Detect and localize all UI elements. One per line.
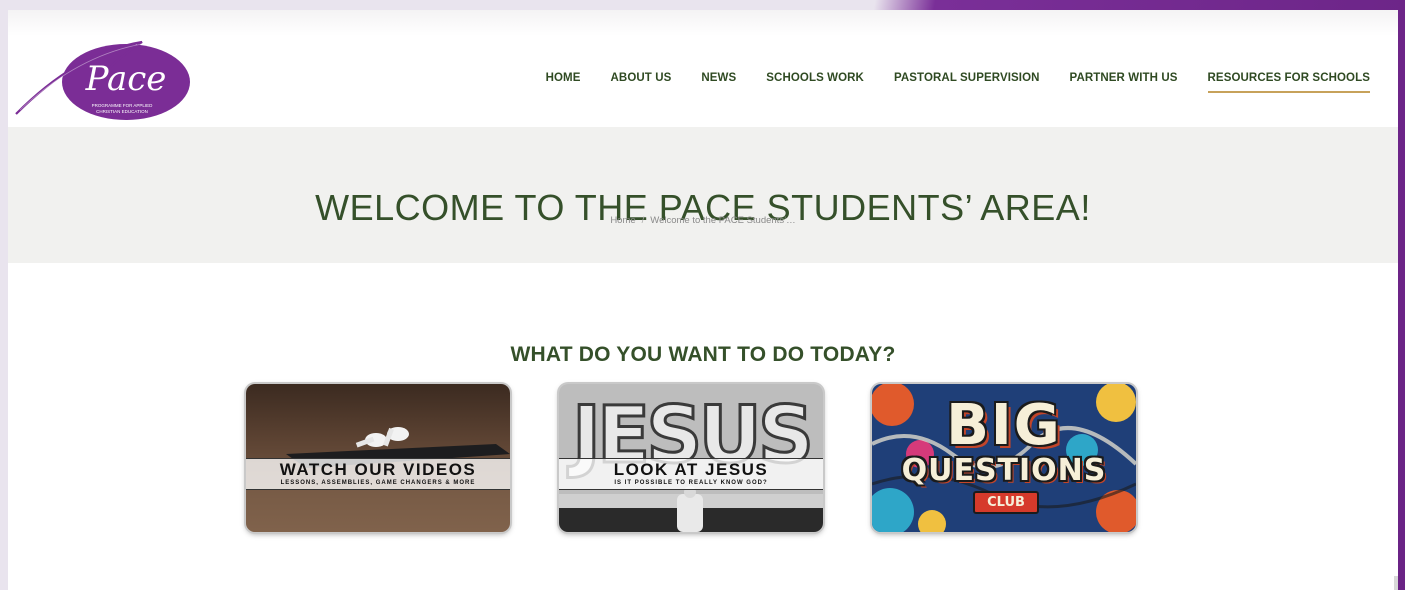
- card-title: WATCH OUR VIDEOS: [279, 460, 477, 479]
- logo-subtitle-1: PROGRAMME FOR APPLIED: [92, 103, 154, 108]
- nav-item-home[interactable]: HOME: [546, 72, 581, 93]
- watch-videos-card[interactable]: WATCH OUR VIDEOS LESSONS, ASSEMBLIES, GA…: [246, 384, 510, 532]
- logo-wordmark: Pace: [85, 59, 167, 99]
- card-caption-band: LOOK AT JESUS IS IT POSSIBLE TO REALLY K…: [559, 458, 823, 490]
- pace-logo[interactable]: Pace PROGRAMME FOR APPLIED CHRISTIAN EDU…: [14, 36, 194, 126]
- site-header: Pace PROGRAMME FOR APPLIED CHRISTIAN EDU…: [8, 10, 1398, 127]
- nav-item-pastoral-supervision[interactable]: PASTORAL SUPERVISION: [894, 72, 1040, 93]
- questions-text: QUESTIONS: [901, 453, 1107, 488]
- nav-item-news[interactable]: NEWS: [701, 72, 736, 93]
- header-top-strip: [8, 10, 1398, 36]
- big-questions-club-card[interactable]: BIG QUESTIONS CLUB: [872, 384, 1136, 532]
- section-heading: WHAT DO YOU WANT TO DO TODAY?: [510, 343, 896, 367]
- webpage: Pace PROGRAMME FOR APPLIED CHRISTIAN EDU…: [8, 10, 1398, 590]
- card-title: LOOK AT JESUS: [613, 460, 769, 479]
- breadcrumb: Home / Welcome to the PACE Students’…: [8, 215, 1398, 226]
- big-text: BIG: [946, 393, 1062, 458]
- nav-item-schools-work[interactable]: SCHOOLS WORK: [766, 72, 864, 93]
- breadcrumb-home-link[interactable]: Home: [610, 215, 635, 226]
- nav-item-partner-with-us[interactable]: PARTNER WITH US: [1070, 72, 1178, 93]
- breadcrumb-separator: /: [641, 215, 645, 226]
- nav-item-about-us[interactable]: ABOUT US: [611, 72, 672, 93]
- breadcrumb-current: Welcome to the PACE Students’…: [650, 215, 796, 226]
- nav-item-resources-for-schools[interactable]: RESOURCES FOR SCHOOLS: [1207, 72, 1370, 93]
- logo-subtitle-2: CHRISTIAN EDUCATION: [96, 109, 148, 114]
- card-subtitle: LESSONS, ASSEMBLIES, GAME CHANGERS & MOR…: [280, 480, 476, 486]
- card-subtitle: IS IT POSSIBLE TO REALLY KNOW GOD?: [614, 480, 768, 486]
- look-at-jesus-card[interactable]: JESUS LOOK AT JESUS IS IT POSSIBLE TO RE…: [559, 384, 823, 532]
- card-caption-band: WATCH OUR VIDEOS LESSONS, ASSEMBLIES, GA…: [246, 458, 510, 490]
- scrollbar[interactable]: [1394, 576, 1398, 590]
- club-badge: CLUB: [973, 491, 1039, 514]
- page-title-bar: WELCOME TO THE PACE STUDENTS’ AREA! Home…: [8, 127, 1398, 263]
- main-navigation: HOME ABOUT US NEWS SCHOOLS WORK PASTORAL…: [546, 72, 1370, 93]
